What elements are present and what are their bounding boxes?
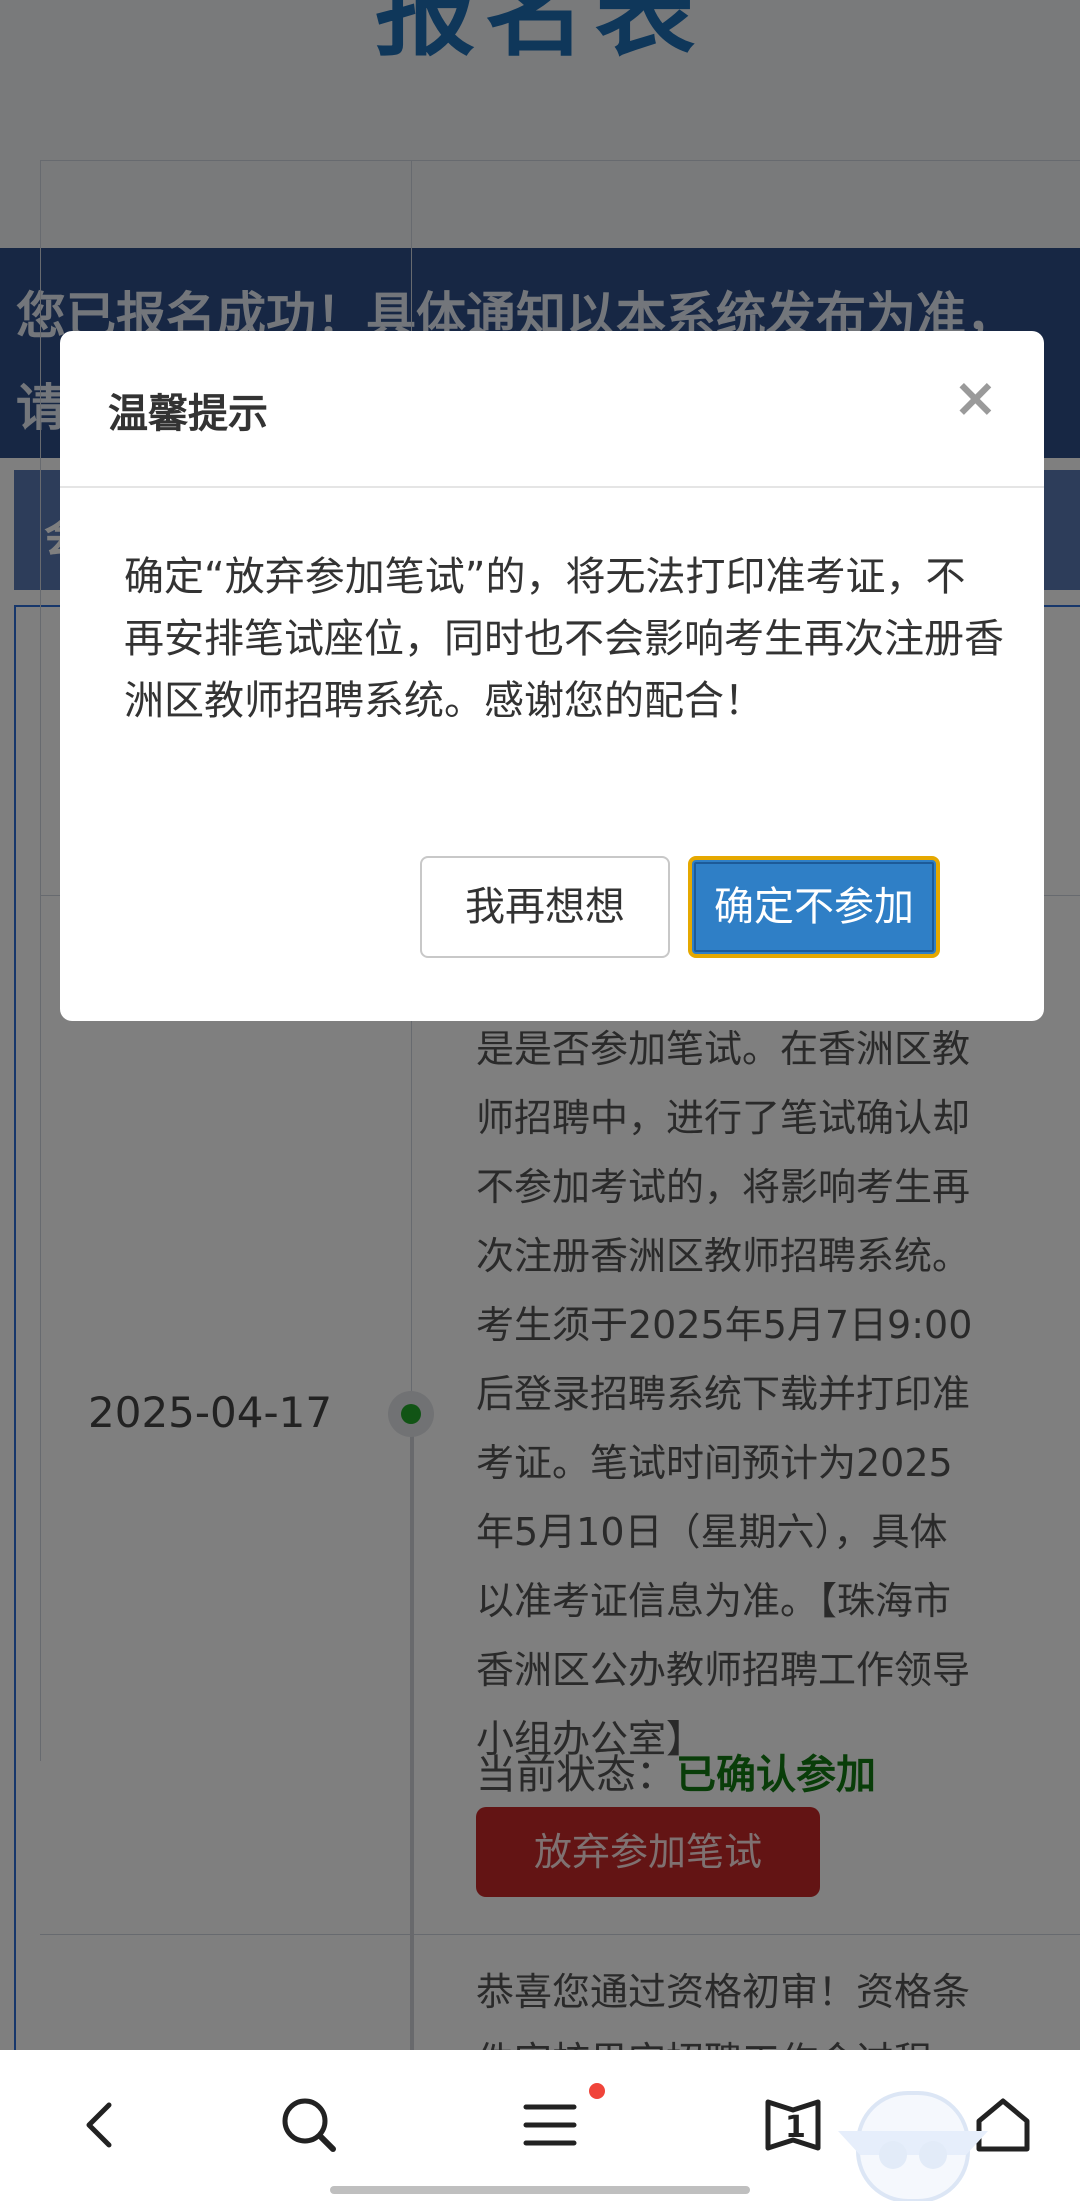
home-indicator — [330, 2186, 750, 2194]
search-button[interactable] — [264, 2080, 354, 2170]
reconsider-button[interactable]: 我再想想 — [420, 856, 670, 958]
search-icon — [282, 2098, 336, 2152]
close-icon[interactable]: × — [953, 371, 998, 425]
tabs-button[interactable]: 1 — [748, 2080, 838, 2170]
modal-overlay[interactable] — [0, 0, 1080, 2050]
menu-icon — [523, 2104, 577, 2146]
tabs-count: 1 — [785, 2110, 806, 2145]
dialog-message: 确定“放弃参加笔试”的，将无法打印准考证，不再安排笔试座位，同时也不会影响考生再… — [124, 554, 1004, 724]
floating-widget[interactable] — [838, 2085, 988, 2203]
menu-button[interactable] — [505, 2080, 595, 2170]
tip-dialog: 温馨提示 × 确定“放弃参加笔试”的，将无法打印准考证，不再安排笔试座位，同时也… — [60, 331, 1044, 1021]
dialog-title: 温馨提示 — [108, 391, 268, 437]
notification-dot — [589, 2083, 605, 2099]
back-button[interactable] — [56, 2080, 146, 2170]
confirm-not-attend-button[interactable]: 确定不参加 — [688, 856, 940, 958]
floating-widget-icon — [838, 2091, 988, 2203]
back-icon — [86, 2102, 112, 2148]
dialog-header: 温馨提示 × — [60, 331, 1044, 488]
